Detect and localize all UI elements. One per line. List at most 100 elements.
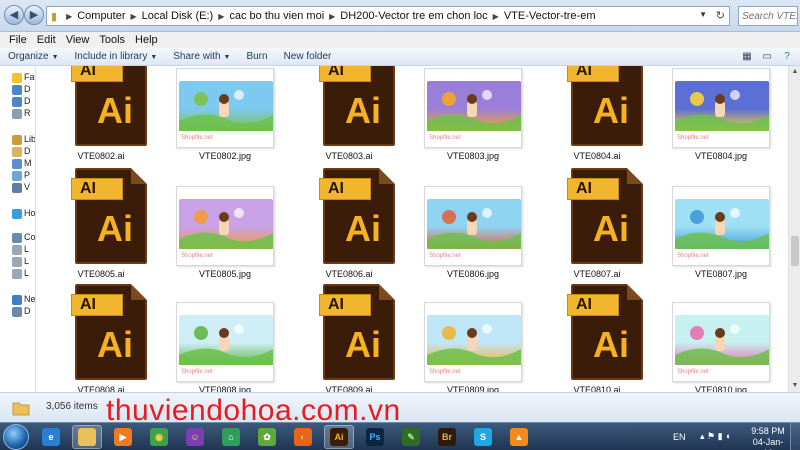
nav-item[interactable]: V: [0, 182, 35, 194]
jpg-file-item[interactable]: Shopfile.net VTE0808.jpg: [165, 302, 285, 392]
breadcrumb-item[interactable]: Local Disk (E:): [142, 10, 214, 22]
taskbar-app-button[interactable]: ◉: [144, 425, 174, 449]
file-name: VTE0809.ai: [325, 385, 373, 392]
burn-button[interactable]: Burn: [246, 51, 267, 62]
desktop-icon: [12, 85, 22, 95]
forward-button[interactable]: ▶: [24, 5, 44, 25]
taskbar-app-button[interactable]: ☺: [180, 425, 210, 449]
ai-tab-label: AI: [567, 294, 619, 316]
menu-file[interactable]: File: [4, 34, 32, 46]
nav-item[interactable]: L: [0, 244, 35, 256]
address-bar[interactable]: ▮ ▶ Computer ▶ Local Disk (E:) ▶ cac bo thu v…: [46, 6, 730, 26]
nav-item[interactable]: M: [0, 158, 35, 170]
preview-pane-icon[interactable]: ▭: [760, 50, 774, 63]
breadcrumb-separator-icon[interactable]: ▶: [493, 12, 499, 21]
back-button[interactable]: ◀: [4, 5, 24, 25]
taskbar-app-button[interactable]: e: [36, 425, 66, 449]
taskbar-app-button[interactable]: S: [468, 425, 498, 449]
computer-icon: [12, 233, 22, 243]
breadcrumb-separator-icon[interactable]: ▶: [131, 12, 137, 21]
nav-item[interactable]: Ho: [0, 208, 35, 220]
clock-time: 9:58 PM: [751, 426, 785, 436]
language-indicator[interactable]: EN: [673, 432, 686, 442]
menu-edit[interactable]: Edit: [32, 34, 61, 46]
nav-item[interactable]: D: [0, 84, 35, 96]
breadcrumb-item[interactable]: VTE-Vector-tre-em: [504, 10, 596, 22]
ai-file-item[interactable]: Ai AI VTE0810.ai: [537, 284, 657, 392]
breadcrumb-separator-icon[interactable]: ▶: [329, 12, 335, 21]
taskbar-app-button[interactable]: ▶: [108, 425, 138, 449]
view-controls: ▦ ▭ ?: [740, 50, 794, 63]
taskbar-app-button[interactable]: ✎: [396, 425, 426, 449]
taskbar-app-button[interactable]: ◐: [288, 425, 318, 449]
nav-item[interactable]: Ne: [0, 294, 35, 306]
taskbar-app-button[interactable]: Br: [432, 425, 462, 449]
nav-item[interactable]: Libr: [0, 134, 35, 146]
share-with-button[interactable]: Share with ▼: [173, 51, 230, 62]
nav-item[interactable]: D: [0, 96, 35, 108]
refresh-icon[interactable]: ↻: [716, 9, 725, 22]
ai-big-glyph: Ai: [345, 208, 381, 249]
breadcrumb-separator-icon[interactable]: ▶: [218, 12, 224, 21]
include-in-library-button[interactable]: Include in library ▼: [75, 51, 158, 62]
nav-item[interactable]: D: [0, 306, 35, 318]
nav-item-label: Fav: [24, 72, 35, 82]
scroll-thumb[interactable]: [791, 236, 799, 266]
jpg-file-item[interactable]: Shopfile.net VTE0810.jpg: [661, 302, 781, 392]
taskbar-app-button[interactable]: ▲: [504, 425, 534, 449]
taskbar-app-button[interactable]: ⌂: [216, 425, 246, 449]
thumbnail-art: [179, 315, 273, 365]
taskbar-app-button[interactable]: ✿: [252, 425, 282, 449]
taskbar-app-button[interactable]: Ai: [324, 425, 354, 449]
search-input[interactable]: [742, 10, 797, 22]
taskbar-app-button[interactable]: Ps: [360, 425, 390, 449]
address-dropdown-icon[interactable]: ▼: [699, 10, 707, 19]
nav-item[interactable]: Co: [0, 232, 35, 244]
jpg-file-item[interactable]: Shopfile.net VTE0809.jpg: [413, 302, 533, 392]
jpg-file-item[interactable]: Shopfile.net VTE0803.jpg: [413, 68, 533, 186]
jpg-file-item[interactable]: Shopfile.net VTE0806.jpg: [413, 186, 533, 304]
file-name: VTE0802.jpg: [198, 151, 252, 161]
jpg-file-item[interactable]: Shopfile.net VTE0807.jpg: [661, 186, 781, 304]
jpg-file-item[interactable]: Shopfile.net VTE0804.jpg: [661, 68, 781, 186]
breadcrumb-item[interactable]: cac bo thu vien moi: [229, 10, 324, 22]
scroll-down-icon[interactable]: ▼: [789, 380, 800, 392]
ai-file-item[interactable]: Ai AI VTE0808.ai: [41, 284, 161, 392]
change-view-icon[interactable]: ▦: [740, 50, 754, 63]
windows-explorer-icon: [78, 428, 96, 446]
show-desktop-button[interactable]: [790, 423, 800, 450]
file-name: VTE0808.ai: [77, 385, 125, 392]
tray-icons[interactable]: ▴ ⚑ ▮ ◖: [700, 431, 730, 442]
new-folder-button[interactable]: New folder: [284, 51, 332, 62]
folder-icon: ▮: [51, 10, 58, 23]
nav-item[interactable]: R: [0, 108, 35, 120]
breadcrumb-separator-icon[interactable]: ▶: [66, 12, 72, 21]
jpg-file-item[interactable]: Shopfile.net VTE0805.jpg: [165, 186, 285, 304]
menu-view[interactable]: View: [61, 34, 95, 46]
nav-item-label: D: [24, 306, 31, 316]
clock[interactable]: 9:58 PM 04-Jan-16: [748, 426, 788, 450]
start-button[interactable]: [3, 424, 29, 450]
jpg-file-item[interactable]: Shopfile.net VTE0802.jpg: [165, 68, 285, 186]
help-icon[interactable]: ?: [780, 50, 794, 63]
libraries-icon: [12, 135, 22, 145]
organize-button[interactable]: Organize ▼: [8, 51, 59, 62]
menu-help[interactable]: Help: [130, 34, 163, 46]
vlc-icon: ▲: [510, 428, 528, 446]
nav-item[interactable]: L: [0, 256, 35, 268]
search-field[interactable]: [738, 6, 798, 26]
menu-tools[interactable]: Tools: [94, 34, 130, 46]
nav-item[interactable]: D: [0, 146, 35, 158]
thumbnail-illustration: [179, 324, 273, 365]
image-thumbnail: Shopfile.net: [672, 302, 770, 382]
taskbar-app-button[interactable]: [72, 425, 102, 449]
breadcrumb-item[interactable]: Computer: [77, 10, 125, 22]
breadcrumb-item[interactable]: DH200-Vector tre em chon loc: [340, 10, 487, 22]
chevron-down-icon: ▼: [223, 54, 231, 61]
nav-item[interactable]: P: [0, 170, 35, 182]
scroll-up-icon[interactable]: ▲: [789, 66, 800, 78]
nav-item[interactable]: Fav: [0, 72, 35, 84]
nav-item[interactable]: L: [0, 268, 35, 280]
ai-file-item[interactable]: Ai AI VTE0809.ai: [289, 284, 409, 392]
vertical-scrollbar[interactable]: ▲ ▼: [788, 66, 800, 392]
